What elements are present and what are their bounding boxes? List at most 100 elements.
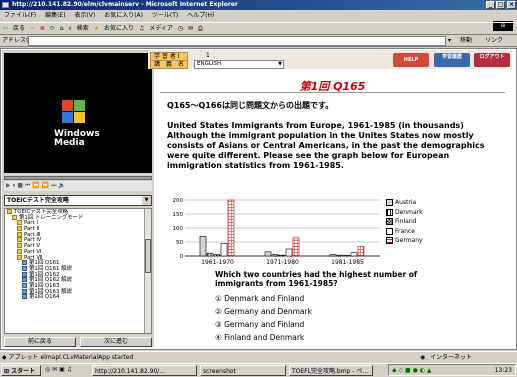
prev-button[interactable]: 前に戻る <box>4 337 76 347</box>
back-arrow-icon[interactable]: ⇦ <box>3 25 8 32</box>
window-title-bar: http://210.141.82.90/elm/clvmainserv - M… <box>0 0 517 10</box>
chart-bar <box>227 199 235 257</box>
menu-bar: ファイル(F) 編集(E) 表示(V) お気に入り(A) ツール(T) ヘルプ(… <box>0 10 517 31</box>
maximize-button[interactable]: □ <box>496 1 505 9</box>
media-icon[interactable]: ♫ <box>139 25 144 32</box>
favorites-icon[interactable]: ★ <box>94 25 99 32</box>
status-text: アプレット elmapl.CLvMaterialApp started <box>8 354 134 361</box>
back-button-label[interactable]: 戻る <box>13 25 25 32</box>
folder-icon <box>17 254 22 260</box>
minimize-button[interactable]: _ <box>486 1 495 9</box>
chevron-down-icon[interactable]: ▼ <box>142 196 151 205</box>
title-divider <box>160 92 505 93</box>
chart-bar <box>264 251 272 257</box>
document-icon <box>22 288 27 294</box>
forward-arrow-icon[interactable]: ⇨ <box>30 25 35 32</box>
question-area: 第1回 Q165 Q165〜Q166は同じ問題文からの出題です。 United … <box>160 70 510 350</box>
passage: United States Immigrants from Europe, 19… <box>167 121 490 171</box>
media-seek-bar[interactable] <box>4 176 152 180</box>
course-tree[interactable]: TOEICテスト完全攻略 第1回 トレーニングモード Part Ⅰ Part Ⅱ Par… <box>4 208 152 334</box>
logout-button[interactable]: ログアウト <box>474 53 510 67</box>
folder-icon <box>17 220 22 226</box>
address-input[interactable] <box>28 36 446 46</box>
chart-bar <box>199 236 207 257</box>
menu-edit[interactable]: 編集(E) <box>45 12 65 19</box>
x-tick-label: 1981-1985 <box>331 259 364 266</box>
windows-logo-icon: ⊞ <box>4 368 10 375</box>
stop-icon[interactable]: ⊗ <box>40 25 45 32</box>
status-bar: ◆ アプレット elmapl.CLvMaterialApp started ◉ … <box>0 351 517 363</box>
course-name-select[interactable]: ENGLISH ▼ <box>194 60 284 69</box>
chart-bar <box>285 248 293 257</box>
document-icon <box>22 260 27 266</box>
refresh-icon[interactable]: ⟳ <box>50 25 55 32</box>
document-icon <box>22 277 27 283</box>
history-icon[interactable]: ◷ <box>178 25 183 32</box>
document-icon <box>22 271 27 277</box>
print-icon[interactable]: ⎙ <box>198 25 203 32</box>
passage-title: United States Immigrants from Europe, 19… <box>167 121 464 130</box>
option-2[interactable]: ② Germany and Denmark <box>215 307 312 316</box>
chart-bar <box>271 254 279 257</box>
folder-icon <box>17 237 22 243</box>
clock: 13:23 <box>494 367 512 374</box>
option-4[interactable]: ④ Finland and Denmark <box>215 333 304 342</box>
favorites-button-label[interactable]: お気に入り <box>104 25 134 32</box>
legend-swatch <box>386 199 393 206</box>
taskbar-item-screenshot[interactable]: screenshot <box>200 365 286 376</box>
document-icon <box>22 294 27 300</box>
tree-scrollbar[interactable] <box>144 209 151 333</box>
legend-item: Finland <box>386 217 446 227</box>
help-button[interactable]: HELP <box>393 53 429 67</box>
go-arrow-icon[interactable]: ▾ <box>448 35 451 47</box>
option-1[interactable]: ① Denmark and Finland <box>215 294 304 303</box>
menu-file[interactable]: ファイル(F) <box>4 12 36 19</box>
taskbar-item-ie[interactable]: http://210.141.82.90/... <box>92 365 197 376</box>
x-tick-label: 1961-1970 <box>201 259 234 266</box>
legend-item: Austria <box>386 198 446 208</box>
mail-icon[interactable]: ✉ <box>188 25 193 32</box>
chart-bar <box>343 255 351 257</box>
tree-item[interactable]: 第1回 Q164 <box>5 294 151 300</box>
legend-label: Austria <box>395 199 417 206</box>
chart-bar <box>336 254 344 257</box>
menu-help[interactable]: ヘルプ(H) <box>187 12 214 19</box>
home-icon[interactable]: ⌂ <box>60 25 64 32</box>
course-select[interactable]: TOEICテスト完全攻略 ▼ <box>4 195 152 206</box>
course-label: 講 義 名 <box>150 60 188 69</box>
scroll-thumb[interactable] <box>145 239 151 273</box>
applet-icon: ◆ <box>2 354 7 361</box>
student-id-value: 1 <box>206 52 210 59</box>
search-button-label[interactable]: 検索 <box>77 25 89 32</box>
y-tick-label: 100 <box>173 226 184 232</box>
folder-icon <box>17 243 22 249</box>
x-tick-label: 1971-1980 <box>266 259 299 266</box>
chart-bar <box>206 252 214 257</box>
search-icon[interactable]: ⌕ <box>68 25 71 32</box>
next-button[interactable]: 次に進む <box>80 337 152 347</box>
menu-view[interactable]: 表示(V) <box>74 12 95 19</box>
taskbar-item-paint[interactable]: TOEFL完全攻略.bmp - ペ... <box>289 365 373 376</box>
media-player-video[interactable]: Windows Media <box>4 53 152 173</box>
menu-tools[interactable]: ツール(T) <box>152 12 178 19</box>
address-bar: アドレス(D) ▾ 移動 リンク <box>0 35 517 47</box>
media-button-label[interactable]: メディア <box>149 25 173 32</box>
media-controls[interactable]: ▶ ⏸ ■ ⏮ ⏪ ⏩ ⏭ 🔈 <box>4 181 152 191</box>
start-button[interactable]: ⊞ スタート <box>1 365 41 376</box>
option-3[interactable]: ③ Germany and Finland <box>215 320 304 329</box>
question-prompt: Which two countries had the highest numb… <box>215 270 418 288</box>
menu-favorites[interactable]: お気に入り(A) <box>104 12 143 19</box>
folder-icon <box>17 231 22 237</box>
chart-bar <box>292 237 300 257</box>
links-button[interactable]: リンク <box>485 35 503 47</box>
y-tick-label: 0 <box>180 254 184 260</box>
tray-icons[interactable]: ◆ ◇ ■ ● ◐ ▲ <box>392 367 432 374</box>
history-button[interactable]: 学習履歴 <box>434 53 470 67</box>
course-select-value: TOEICテスト完全攻略 <box>7 197 69 204</box>
quick-launch[interactable]: ◎ ✉ ▣ ♫ <box>45 364 72 376</box>
go-button[interactable]: 移動 <box>460 35 472 47</box>
legend-label: Finland <box>395 218 417 225</box>
chart-bar <box>213 254 221 257</box>
window-title: http://210.141.82.90/elm/clvmainserv - M… <box>12 1 238 8</box>
close-button[interactable]: × <box>507 1 516 9</box>
